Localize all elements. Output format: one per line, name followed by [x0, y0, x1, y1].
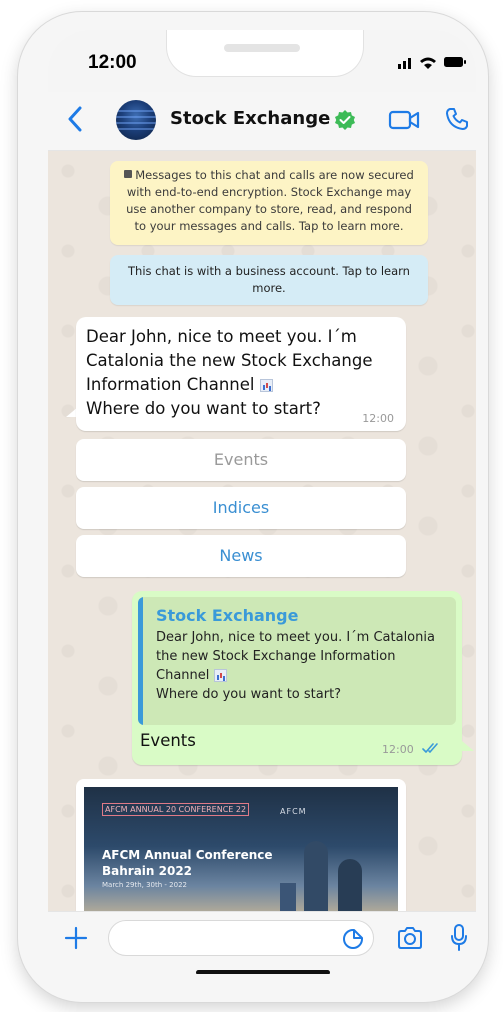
speaker [224, 44, 300, 52]
chat-header: Stock Exchange [48, 92, 476, 151]
image-message[interactable]: AFCM ANNUAL 20 CONFERENCE 22 AFCM AFCM A… [76, 779, 406, 911]
phone-screen: 12:00 Stock Exchange Messages to this ch… [48, 30, 476, 974]
read-ticks-icon [422, 743, 438, 753]
sticker-icon[interactable] [342, 928, 364, 950]
message-input[interactable] [108, 920, 374, 956]
chart-emoji-icon [259, 379, 273, 392]
quoted-text: Dear John, nice to meet you. I´m Catalon… [156, 628, 452, 704]
message-time: 12:00 [382, 743, 414, 756]
conference-date: March 29th, 30th - 2022 [102, 881, 187, 889]
message-line: Where do you want to start? [86, 399, 321, 418]
quoted-sender: Stock Exchange [156, 606, 299, 625]
input-bar [48, 911, 476, 974]
back-icon[interactable] [64, 104, 88, 134]
conference-tag: AFCM ANNUAL 20 CONFERENCE 22 [102, 803, 250, 816]
incoming-message-text: Dear John, nice to meet you. I´m Catalon… [86, 325, 396, 421]
microphone-icon[interactable] [450, 924, 468, 952]
status-time: 12:00 [88, 52, 137, 73]
quick-reply-events[interactable]: Events [76, 439, 406, 481]
outgoing-message[interactable]: Stock Exchange Dear John, nice to meet y… [132, 591, 462, 765]
outgoing-message-text: Events [140, 731, 196, 750]
lock-icon [124, 170, 133, 178]
encryption-notice[interactable]: Messages to this chat and calls are now … [110, 161, 428, 245]
conference-image[interactable]: AFCM ANNUAL 20 CONFERENCE 22 AFCM AFCM A… [84, 787, 398, 911]
quick-reply-news[interactable]: News [76, 535, 406, 577]
business-notice[interactable]: This chat is with a business account. Ta… [110, 255, 428, 305]
contact-name[interactable]: Stock Exchange [170, 108, 330, 129]
tower [304, 841, 328, 911]
bubble-tail [462, 741, 474, 751]
quoted-line: Where do you want to start? [156, 687, 342, 702]
quote-bar [138, 597, 143, 725]
message-time: 12:00 [362, 412, 394, 425]
plus-icon[interactable] [64, 926, 88, 950]
conference-title: AFCM Annual Conference Bahrain 2022 [102, 848, 273, 878]
home-indicator[interactable] [196, 970, 330, 974]
quoted-line: the new Stock Exchange Information [156, 649, 396, 664]
notch [166, 30, 364, 77]
video-call-icon[interactable] [388, 109, 420, 131]
incoming-message[interactable]: Dear John, nice to meet you. I´m Catalon… [76, 317, 406, 431]
quick-reply-indices[interactable]: Indices [76, 487, 406, 529]
sponsor-logos: AFCM [280, 807, 307, 816]
phone-icon[interactable] [444, 106, 470, 132]
camera-icon[interactable] [396, 926, 424, 950]
business-notice-text: This chat is with a business account. Ta… [128, 264, 410, 295]
message-line: Information Channel [86, 375, 255, 394]
chat-area[interactable]: Messages to this chat and calls are now … [48, 151, 476, 911]
message-line: Catalonia the new Stock Exchange [86, 351, 373, 370]
chart-emoji-icon [213, 669, 227, 682]
verified-icon [335, 110, 355, 130]
tower [280, 883, 296, 911]
avatar[interactable] [116, 100, 156, 140]
status-icons [398, 57, 466, 69]
message-line: Dear John, nice to meet you. I´m [86, 327, 357, 346]
quoted-line: Dear John, nice to meet you. I´m Catalon… [156, 630, 435, 645]
encryption-notice-text: Messages to this chat and calls are now … [126, 168, 414, 233]
quoted-line: Channel [156, 668, 210, 683]
tower [338, 859, 362, 911]
quoted-message[interactable]: Stock Exchange Dear John, nice to meet y… [138, 597, 456, 725]
